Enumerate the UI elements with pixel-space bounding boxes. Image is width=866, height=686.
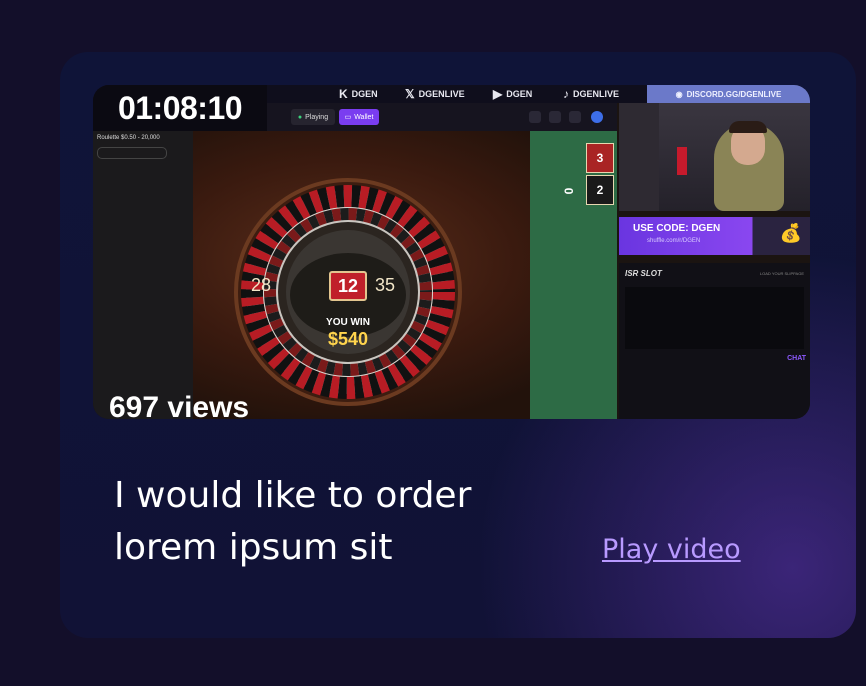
webcam-shelf	[619, 103, 659, 211]
wallet-icon: ▭	[344, 114, 352, 121]
x-social: 𝕏 DGENLIVE	[405, 87, 465, 101]
promo-banner: USE CODE: DGEN shuffle.com/r/DGEN 💰	[619, 217, 810, 255]
status-pill-label: Playing	[305, 113, 329, 121]
discord-label: DISCORD.GG/DGENLIVE	[686, 89, 782, 99]
panel-content	[625, 287, 804, 349]
card-title: I would like to order lorem ipsum sit	[114, 470, 534, 574]
winning-number: 12	[329, 271, 367, 301]
gift-icon	[549, 111, 561, 123]
promo-url: shuffle.com/r/DGEN	[647, 238, 701, 244]
video-thumbnail[interactable]: K DGEN 𝕏 DGENLIVE ▶ DGEN ♪ DGENLIVE ◉ DI…	[93, 85, 810, 419]
youtube-label: DGEN	[506, 89, 533, 99]
chat-label: CHAT	[787, 355, 806, 362]
felt-number: 0	[562, 187, 576, 195]
streamer-headset	[729, 121, 767, 133]
webcam-overlay	[619, 103, 810, 211]
status-pill: ● Playing	[291, 109, 335, 125]
roulette-wheel: 28 12 35 YOU WIN $540	[233, 177, 463, 411]
discord-icon: ◉	[675, 89, 683, 99]
tiktok-icon: ♪	[563, 87, 569, 101]
search-icon	[529, 111, 541, 123]
play-video-link[interactable]: Play video	[602, 534, 741, 565]
kick-label: DGEN	[351, 89, 378, 99]
panel-title: ISR SLOT	[625, 269, 662, 278]
panel-link: LOAD YOUR SLIPPAGE	[759, 271, 804, 276]
chat-bubble-icon	[569, 111, 581, 123]
casino-navbar: ● Playing ▭ Wallet	[267, 103, 617, 131]
x-label: DGENLIVE	[418, 89, 465, 99]
youtube-icon: ▶	[493, 87, 503, 101]
video-card: K DGEN 𝕏 DGENLIVE ▶ DGEN ♪ DGENLIVE ◉ DI…	[60, 52, 856, 638]
x-icon: 𝕏	[405, 87, 415, 101]
promo-code: USE CODE: DGEN	[633, 223, 721, 234]
roulette-felt: 3 2 0	[530, 131, 617, 419]
win-label: YOU WIN	[326, 317, 370, 328]
avatar-icon	[591, 111, 603, 123]
felt-number: 3	[586, 143, 614, 173]
card-title-line-1: I would like to order	[114, 475, 472, 516]
kick-icon: K	[339, 87, 348, 101]
webcam-light	[677, 147, 687, 175]
neighbor-right: 35	[375, 275, 396, 295]
tiktok-social: ♪ DGENLIVE	[563, 87, 619, 101]
bet-input	[97, 147, 167, 159]
wallet-pill-label: Wallet	[354, 113, 374, 121]
status-dot-icon: ●	[297, 113, 303, 121]
youtube-social: ▶ DGEN	[493, 87, 532, 101]
stream-side-panel: ISR SLOT LOAD YOUR SLIPPAGE CHAT	[619, 263, 810, 419]
wallet-pill: ▭ Wallet	[339, 109, 379, 125]
money-bag-icon: 💰	[779, 223, 803, 244]
neighbor-left: 28	[251, 275, 272, 295]
stream-timer: 01:08:10	[93, 85, 267, 131]
game-label: Roulette $0.50 - 20,000	[97, 135, 160, 141]
tiktok-label: DGENLIVE	[573, 89, 620, 99]
view-count: 697 views	[109, 391, 250, 419]
win-amount: $540	[327, 329, 369, 349]
card-title-line-2: lorem ipsum sit	[114, 527, 393, 568]
kick-social: K DGEN	[339, 87, 378, 101]
game-sidebar: Roulette $0.50 - 20,000	[93, 131, 193, 419]
discord-banner: ◉ DISCORD.GG/DGENLIVE	[647, 85, 810, 103]
